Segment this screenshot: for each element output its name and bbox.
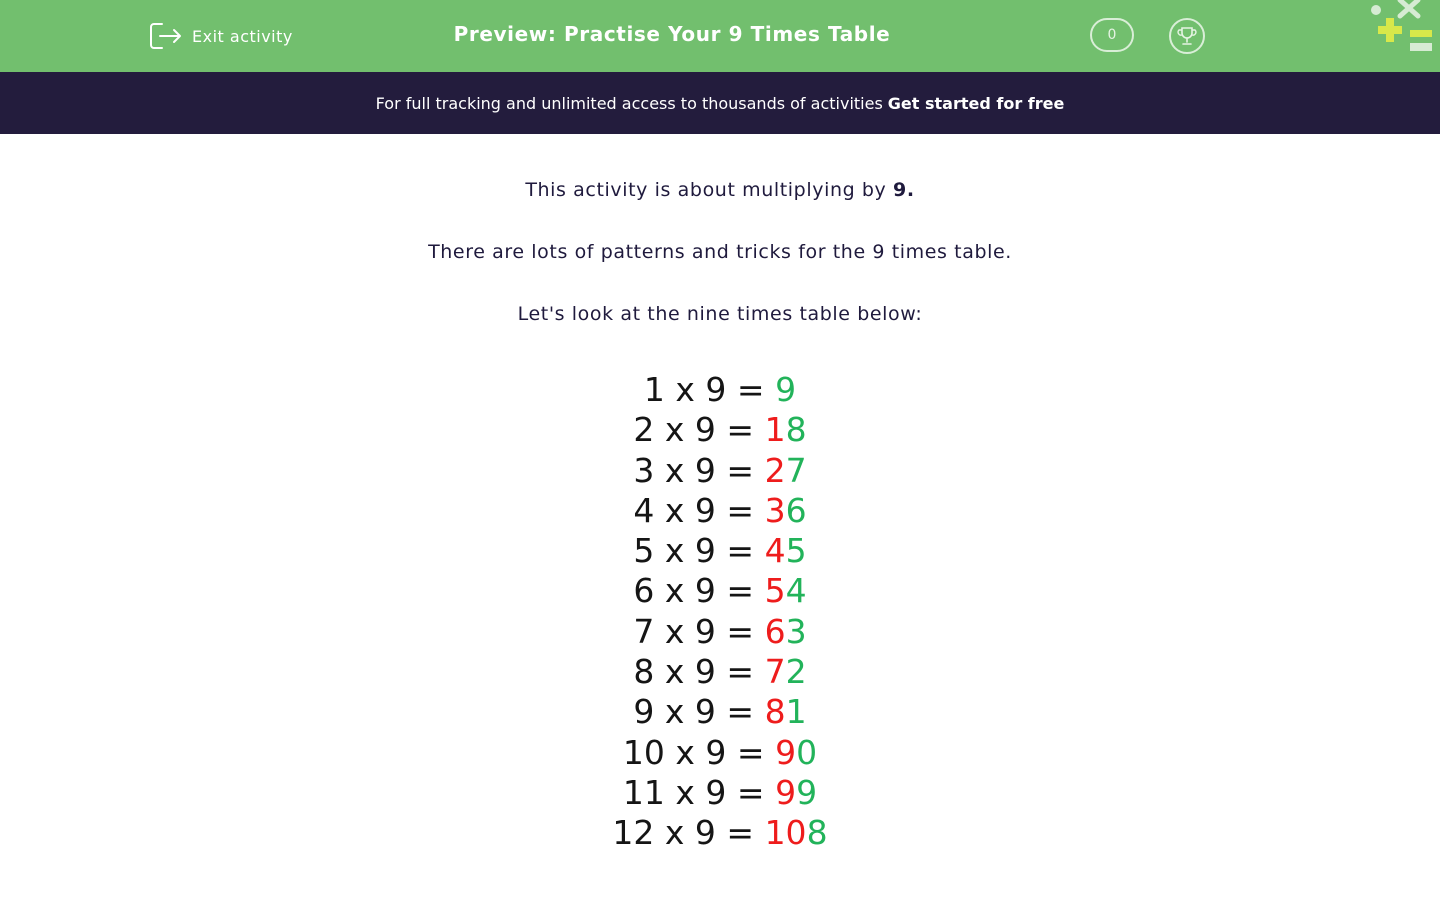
equation-lhs: 1 x 9 = bbox=[643, 370, 776, 409]
ones-digit: 5 bbox=[785, 531, 807, 571]
exit-activity-button[interactable]: Exit activity bbox=[148, 20, 293, 52]
signup-banner: For full tracking and unlimited access t… bbox=[0, 72, 1440, 134]
equation-lhs: 8 x 9 = bbox=[633, 652, 765, 692]
exit-activity-label: Exit activity bbox=[192, 26, 293, 46]
tens-digit: 8 bbox=[764, 692, 786, 732]
get-started-link[interactable]: Get started for free bbox=[888, 94, 1065, 113]
equation-lhs: 5 x 9 = bbox=[633, 531, 765, 571]
table-row: 4 x 9 = 36 bbox=[0, 491, 1440, 531]
ones-digit: 2 bbox=[785, 652, 807, 692]
equation-lhs: 6 x 9 = bbox=[633, 571, 765, 611]
table-row: 5 x 9 = 45 bbox=[0, 531, 1440, 571]
tens-digit: 6 bbox=[764, 611, 786, 651]
table-row: 6 x 9 = 54 bbox=[0, 571, 1440, 611]
ones-digit: 1 bbox=[785, 692, 807, 732]
ones-digit: 8 bbox=[785, 410, 807, 450]
tens-digit: 10 bbox=[764, 813, 807, 853]
tens-digit: 9 bbox=[775, 772, 797, 812]
look-below-text: Let's look at the nine times table below… bbox=[517, 303, 923, 325]
equation-lhs: 11 x 9 = bbox=[622, 772, 776, 812]
tens-digit: 9 bbox=[775, 732, 797, 772]
intro-number: 9. bbox=[893, 179, 915, 201]
table-row: 1 x 9 = 9 bbox=[0, 370, 1440, 410]
equation-lhs: 3 x 9 = bbox=[633, 450, 765, 490]
intro-prefix: This activity is about multiplying by bbox=[525, 179, 894, 201]
table-row: 10 x 9 = 90 bbox=[0, 733, 1440, 773]
equation-lhs: 9 x 9 = bbox=[633, 692, 765, 732]
equation-lhs: 4 x 9 = bbox=[633, 490, 765, 530]
exit-icon bbox=[150, 23, 181, 49]
intro-text: This activity is about multiplying by 9. bbox=[0, 179, 1440, 201]
top-bar: Exit activity Preview: Practise Your 9 T… bbox=[0, 0, 1440, 72]
ones-digit: 9 bbox=[775, 370, 797, 409]
tens-digit: 7 bbox=[764, 652, 786, 692]
trophy-icon bbox=[1177, 27, 1197, 45]
banner-text: For full tracking and unlimited access t… bbox=[375, 93, 883, 113]
ones-digit: 8 bbox=[806, 813, 828, 853]
table-row: 3 x 9 = 27 bbox=[0, 451, 1440, 491]
table-row: 12 x 9 = 108 bbox=[0, 813, 1440, 853]
site-logo bbox=[1371, 0, 1432, 51]
ones-digit: 3 bbox=[785, 611, 807, 651]
tens-digit: 5 bbox=[764, 571, 786, 611]
table-row: 8 x 9 = 72 bbox=[0, 652, 1440, 692]
table-row: 9 x 9 = 81 bbox=[0, 692, 1440, 732]
ones-digit: 4 bbox=[785, 571, 807, 611]
nine-times-table: 1 x 9 = 92 x 9 = 18 3 x 9 = 27 4 x 9 = 36 5… bbox=[0, 370, 1440, 854]
tens-digit: 4 bbox=[764, 531, 786, 571]
equation-lhs: 12 x 9 = bbox=[612, 813, 765, 853]
table-row: 7 x 9 = 63 bbox=[0, 612, 1440, 652]
equation-lhs: 10 x 9 = bbox=[622, 732, 776, 772]
table-row: 2 x 9 = 18 bbox=[0, 410, 1440, 450]
tens-digit: 3 bbox=[764, 490, 786, 530]
ones-digit: 7 bbox=[785, 450, 807, 490]
score-badge: 0 bbox=[1090, 18, 1134, 52]
patterns-text: There are lots of patterns and tricks fo… bbox=[428, 241, 1012, 263]
ones-digit: 9 bbox=[796, 772, 818, 812]
table-row: 11 x 9 = 99 bbox=[0, 773, 1440, 813]
equation-lhs: 2 x 9 = bbox=[633, 410, 765, 450]
equation-lhs: 7 x 9 = bbox=[633, 611, 765, 651]
tens-digit: 1 bbox=[764, 410, 786, 450]
page-title: Preview: Practise Your 9 Times Table bbox=[453, 22, 891, 46]
tens-digit: 2 bbox=[764, 450, 786, 490]
ones-digit: 0 bbox=[796, 732, 818, 772]
ones-digit: 6 bbox=[785, 490, 807, 530]
trophy-button[interactable] bbox=[1169, 18, 1205, 54]
